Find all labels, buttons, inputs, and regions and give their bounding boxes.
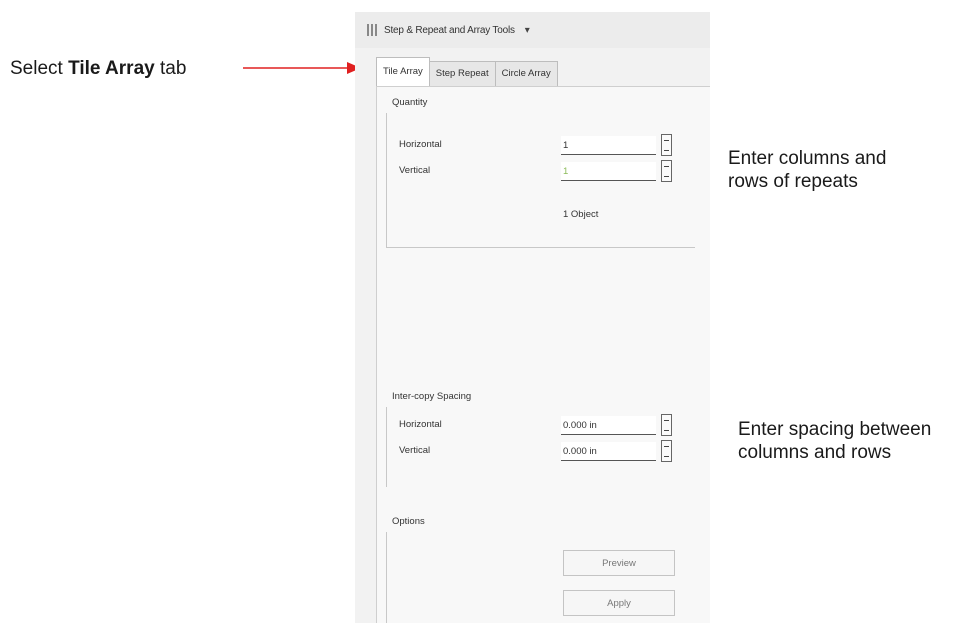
tab-strip: Tile Array Step Repeat Circle Array xyxy=(376,57,558,86)
chevron-down-icon[interactable]: ▾ xyxy=(525,25,530,36)
spacing-horizontal-input[interactable]: 0.000 in xyxy=(561,415,656,435)
annotation-spacing: Enter spacing between columns and rows xyxy=(738,418,931,464)
options-group: Options Preview Apply xyxy=(386,516,687,623)
quantity-horizontal-input[interactable]: 1 xyxy=(561,135,656,155)
apply-button[interactable]: Apply xyxy=(563,590,675,616)
spin-arrows-icon[interactable] xyxy=(661,134,672,156)
annotation-tab-suffix: tab xyxy=(159,58,187,79)
spin-arrows-icon[interactable] xyxy=(661,414,672,436)
spacing-vertical-input[interactable]: 0.000 in xyxy=(561,441,656,461)
annotation-quantity-line2: rows of repeats xyxy=(728,171,858,192)
annotation-arrow xyxy=(243,62,361,74)
spacing-group: Inter-copy Spacing Horizontal 0.000 in V… xyxy=(386,391,687,487)
tab-step-repeat[interactable]: Step Repeat xyxy=(428,61,496,86)
spacing-horizontal-stepper: 0.000 in xyxy=(561,414,672,436)
annotation-tab-name: Tile Array xyxy=(68,58,155,79)
object-count: 1 Object xyxy=(563,209,599,220)
spacing-vertical-stepper: 0.000 in xyxy=(561,440,672,462)
options-group-title: Options xyxy=(392,516,425,527)
quantity-group: Quantity Horizontal 1 Vertical 1 1 Objec… xyxy=(386,97,695,248)
grip-icon[interactable] xyxy=(367,24,377,36)
preview-button[interactable]: Preview xyxy=(563,550,675,576)
spin-arrows-icon[interactable] xyxy=(661,440,672,462)
panel-title: Step & Repeat and Array Tools xyxy=(384,24,515,36)
tab-tile-array[interactable]: Tile Array xyxy=(376,57,430,86)
annotation-select-tab: Select Tile Array tab xyxy=(10,57,186,80)
spin-arrows-icon[interactable] xyxy=(661,160,672,182)
tab-circle-array[interactable]: Circle Array xyxy=(494,61,558,86)
panel-titlebar[interactable]: Step & Repeat and Array Tools ▾ xyxy=(355,12,710,48)
quantity-group-title: Quantity xyxy=(392,97,428,108)
tile-array-content: Quantity Horizontal 1 Vertical 1 1 Objec… xyxy=(376,86,710,623)
spacing-vertical-label: Vertical xyxy=(399,445,431,456)
step-repeat-panel: Step & Repeat and Array Tools ▾ Tile Arr… xyxy=(355,12,710,623)
quantity-vertical-stepper: 1 xyxy=(561,160,672,182)
quantity-vertical-label: Vertical xyxy=(399,165,431,176)
quantity-vertical-input[interactable]: 1 xyxy=(561,161,656,181)
annotation-tab-prefix: Select xyxy=(10,58,63,79)
annotation-spacing-line1: Enter spacing between xyxy=(738,419,932,440)
quantity-horizontal-label: Horizontal xyxy=(399,139,442,150)
spacing-horizontal-label: Horizontal xyxy=(399,419,442,430)
annotation-quantity: Enter columns and rows of repeats xyxy=(728,147,886,193)
annotation-spacing-line2: columns and rows xyxy=(738,442,892,463)
annotation-quantity-line1: Enter columns and xyxy=(728,148,887,169)
spacing-group-title: Inter-copy Spacing xyxy=(392,391,472,402)
quantity-horizontal-stepper: 1 xyxy=(561,134,672,156)
